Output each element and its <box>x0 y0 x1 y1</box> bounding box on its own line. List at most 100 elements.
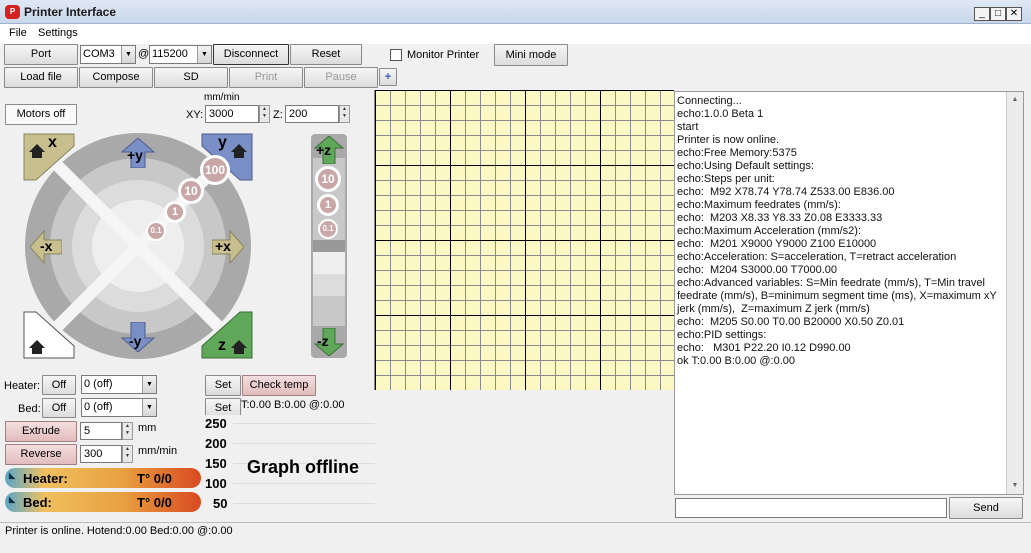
graph-tick: 250 <box>205 416 227 431</box>
graph-tick: 50 <box>213 496 228 511</box>
z-slider-center <box>313 240 345 252</box>
mini-mode-button[interactable]: Mini mode <box>494 44 568 66</box>
temp-readout: T:0.00 B:0.00 @:0.00 <box>241 399 345 411</box>
graph-tick: 200 <box>205 436 227 451</box>
bed-off-button[interactable]: Off <box>42 398 76 418</box>
console-line: Connecting... <box>677 95 742 107</box>
command-input[interactable] <box>675 498 947 518</box>
home-all-button[interactable] <box>22 310 76 360</box>
monitor-printer-checkbox[interactable] <box>390 49 402 61</box>
extrude-button[interactable]: Extrude <box>5 421 77 442</box>
graph-gridline <box>233 443 375 444</box>
console-line: echo:Maximum feedrates (mm/s): <box>677 199 841 211</box>
check-temp-button[interactable]: Check temp <box>242 375 316 396</box>
bed-gauge-label: Bed: <box>23 495 52 510</box>
console-line: echo: M204 S3000.00 T7000.00 <box>677 264 838 276</box>
z-slider-lower-2 <box>313 274 345 296</box>
console-scrollbar[interactable]: ▲ ▼ <box>1006 92 1023 494</box>
console-line: echo:PID settings: <box>677 329 767 341</box>
baud-select[interactable]: 115200 ▼ <box>149 45 212 64</box>
console-line: echo: M203 X8.33 Y8.33 Z0.08 E3333.33 <box>677 212 883 224</box>
reverse-speed-spinner[interactable]: ▲ ▼ <box>122 445 133 463</box>
xy-feed-spinner[interactable]: ▲ ▼ <box>259 105 270 123</box>
bed-select[interactable]: 0 (off) ▼ <box>81 398 157 417</box>
minus-x-label: -x <box>40 238 53 254</box>
monitor-printer-label: Monitor Printer <box>407 49 480 61</box>
pause-button[interactable]: Pause <box>304 67 378 88</box>
console-line: echo:1.0.0 Beta 1 <box>677 108 764 120</box>
disconnect-button[interactable]: Disconnect <box>213 44 289 65</box>
baud-select-value: 115200 <box>152 48 188 60</box>
z-feed-spinner[interactable]: ▲ ▼ <box>339 105 350 123</box>
console-line: echo: M201 X9000 Y9000 Z100 E10000 <box>677 238 877 250</box>
console-line: echo: M205 S0.00 T0.00 B20000 X0.50 Z0.0… <box>677 316 905 328</box>
console-line: echo:Maximum Acceleration (mm/s2): <box>677 225 861 237</box>
reverse-button[interactable]: Reverse <box>5 444 77 465</box>
step-1-badge[interactable]: 1 <box>164 201 186 223</box>
xy-feed-label: XY: <box>186 109 204 121</box>
chevron-down-icon: ▼ <box>142 376 156 393</box>
reverse-unit-label: mm/min <box>138 445 178 457</box>
bed-label: Bed: <box>18 403 41 415</box>
scroll-down-icon[interactable]: ▼ <box>1008 479 1022 493</box>
graph-tick: 150 <box>205 456 227 471</box>
load-file-button[interactable]: Load file <box>4 67 78 88</box>
print-preview-grid[interactable] <box>374 90 674 390</box>
bed-gauge-value: T° 0/0 <box>137 495 172 510</box>
console-line: echo:Steps per unit: <box>677 173 775 185</box>
printrun-icon: P <box>5 5 20 19</box>
set-heater-button[interactable]: Set <box>205 375 241 396</box>
console-line: Printer is now online. <box>677 134 780 146</box>
sd-button[interactable]: SD <box>154 67 228 88</box>
compose-button[interactable]: Compose <box>79 67 153 88</box>
add-tab-button[interactable]: + <box>379 68 397 86</box>
minus-z-label: -z <box>317 333 329 349</box>
maximize-button[interactable]: □ <box>990 7 1006 21</box>
console-log[interactable]: Connecting... echo:1.0.0 Beta 1 start Print… <box>674 91 1024 495</box>
z-step-10-badge[interactable]: 10 <box>315 166 341 192</box>
home-z-button[interactable] <box>200 310 254 360</box>
port-button[interactable]: Port <box>4 44 78 65</box>
xy-feed-input[interactable]: 3000 <box>205 105 259 123</box>
port-select-value: COM3 <box>83 48 115 60</box>
menu-file[interactable]: File <box>9 27 27 39</box>
console-line: echo:Acceleration: S=acceleration, T=ret… <box>677 251 957 263</box>
heater-gauge-value: T° 0/0 <box>137 471 172 486</box>
step-100-badge[interactable]: 100 <box>200 155 230 185</box>
z-feed-label: Z: <box>273 109 283 121</box>
graph-offline-text: Graph offline <box>247 457 359 477</box>
bed-gauge: ◣ Bed: T° 0/0 <box>5 492 201 512</box>
extrude-length-spinner[interactable]: ▲ ▼ <box>122 422 133 440</box>
title-bar: P Printer Interface _ □ ✕ <box>0 0 1031 24</box>
close-button[interactable]: ✕ <box>1006 7 1022 21</box>
send-button[interactable]: Send <box>949 497 1023 519</box>
step-0-1-badge[interactable]: 0.1 <box>146 221 166 241</box>
plus-y-label: +y <box>127 147 143 163</box>
minimize-button[interactable]: _ <box>974 7 990 21</box>
console-line: echo: M301 P22.20 I0.12 D990.00 <box>677 342 851 354</box>
feed-unit-label: mm/min <box>204 92 240 103</box>
motors-off-button[interactable]: Motors off <box>5 104 77 125</box>
reset-button[interactable]: Reset <box>290 44 362 65</box>
console-line: echo:Using Default settings: <box>677 160 814 172</box>
z-step-0-1-badge[interactable]: 0.1 <box>318 219 338 239</box>
heater-label: Heater: <box>4 380 41 392</box>
console-line: echo: M92 X78.74 Y78.74 Z533.00 E836.00 <box>677 186 895 198</box>
home-z-label: z <box>218 337 226 354</box>
heater-off-button[interactable]: Off <box>42 375 76 395</box>
reverse-speed-input[interactable]: 300 <box>80 445 122 463</box>
chevron-down-icon: ▼ <box>121 46 135 63</box>
step-10-badge[interactable]: 10 <box>178 178 204 204</box>
heater-select[interactable]: 0 (off) ▼ <box>81 375 157 394</box>
chevron-down-icon: ▼ <box>197 46 211 63</box>
z-slider-lower-1 <box>313 252 345 274</box>
z-step-1-badge[interactable]: 1 <box>317 194 339 216</box>
menu-settings[interactable]: Settings <box>38 27 78 39</box>
port-select[interactable]: COM3 ▼ <box>80 45 136 64</box>
print-button[interactable]: Print <box>229 67 303 88</box>
z-feed-input[interactable]: 200 <box>285 105 339 123</box>
extrude-length-input[interactable]: 5 <box>80 422 122 440</box>
graph-gridline <box>233 503 375 504</box>
scroll-up-icon[interactable]: ▲ <box>1008 93 1022 107</box>
bed-select-value: 0 (off) <box>84 401 113 413</box>
